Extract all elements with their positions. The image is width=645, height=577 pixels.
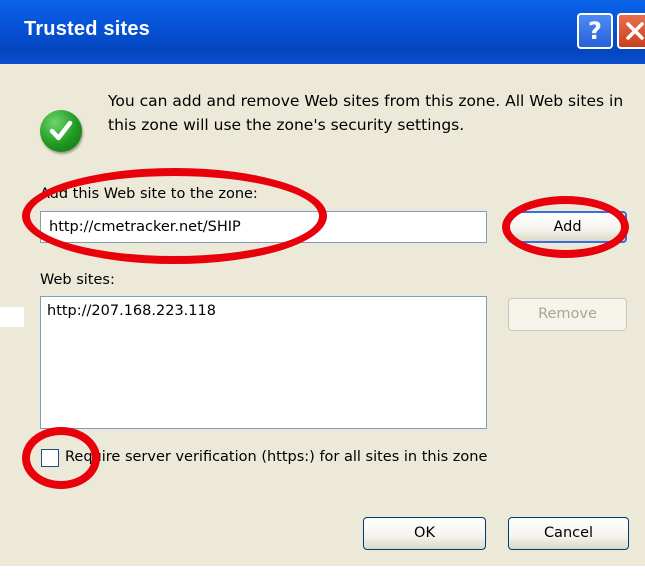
question-mark-icon: ? <box>588 17 602 45</box>
require-verification-label[interactable]: Require server verification (https:) for… <box>65 449 487 465</box>
zone-info-text: You can add and remove Web sites from th… <box>108 92 624 134</box>
ok-button-label: OK <box>414 525 435 541</box>
cancel-button-label: Cancel <box>543 525 594 541</box>
web-sites-list[interactable]: http://207.168.223.118 <box>40 296 487 429</box>
remove-button[interactable]: Remove <box>508 298 627 331</box>
list-item[interactable]: http://207.168.223.118 <box>47 303 480 319</box>
bottom-edge <box>0 566 645 577</box>
help-button[interactable]: ? <box>577 13 613 49</box>
title-bar[interactable]: Trusted sites ? <box>0 0 645 64</box>
add-site-input[interactable] <box>40 211 487 243</box>
web-sites-label: Web sites: <box>40 272 115 288</box>
close-x-icon <box>626 22 644 40</box>
require-verification-checkbox[interactable] <box>41 449 59 467</box>
add-button-label: Add <box>553 219 582 235</box>
ok-button[interactable]: OK <box>363 517 486 550</box>
green-check-icon <box>40 110 82 152</box>
add-site-label: Add this Web site to the zone: <box>40 186 258 202</box>
window-title: Trusted sites <box>24 18 150 40</box>
left-edge-artifact <box>0 307 24 327</box>
remove-button-label: Remove <box>538 306 597 322</box>
add-button[interactable]: Add <box>508 211 627 243</box>
close-button[interactable] <box>617 13 645 49</box>
trusted-sites-dialog: Trusted sites ? You can add and remove W… <box>0 0 645 577</box>
cancel-button[interactable]: Cancel <box>508 517 629 550</box>
